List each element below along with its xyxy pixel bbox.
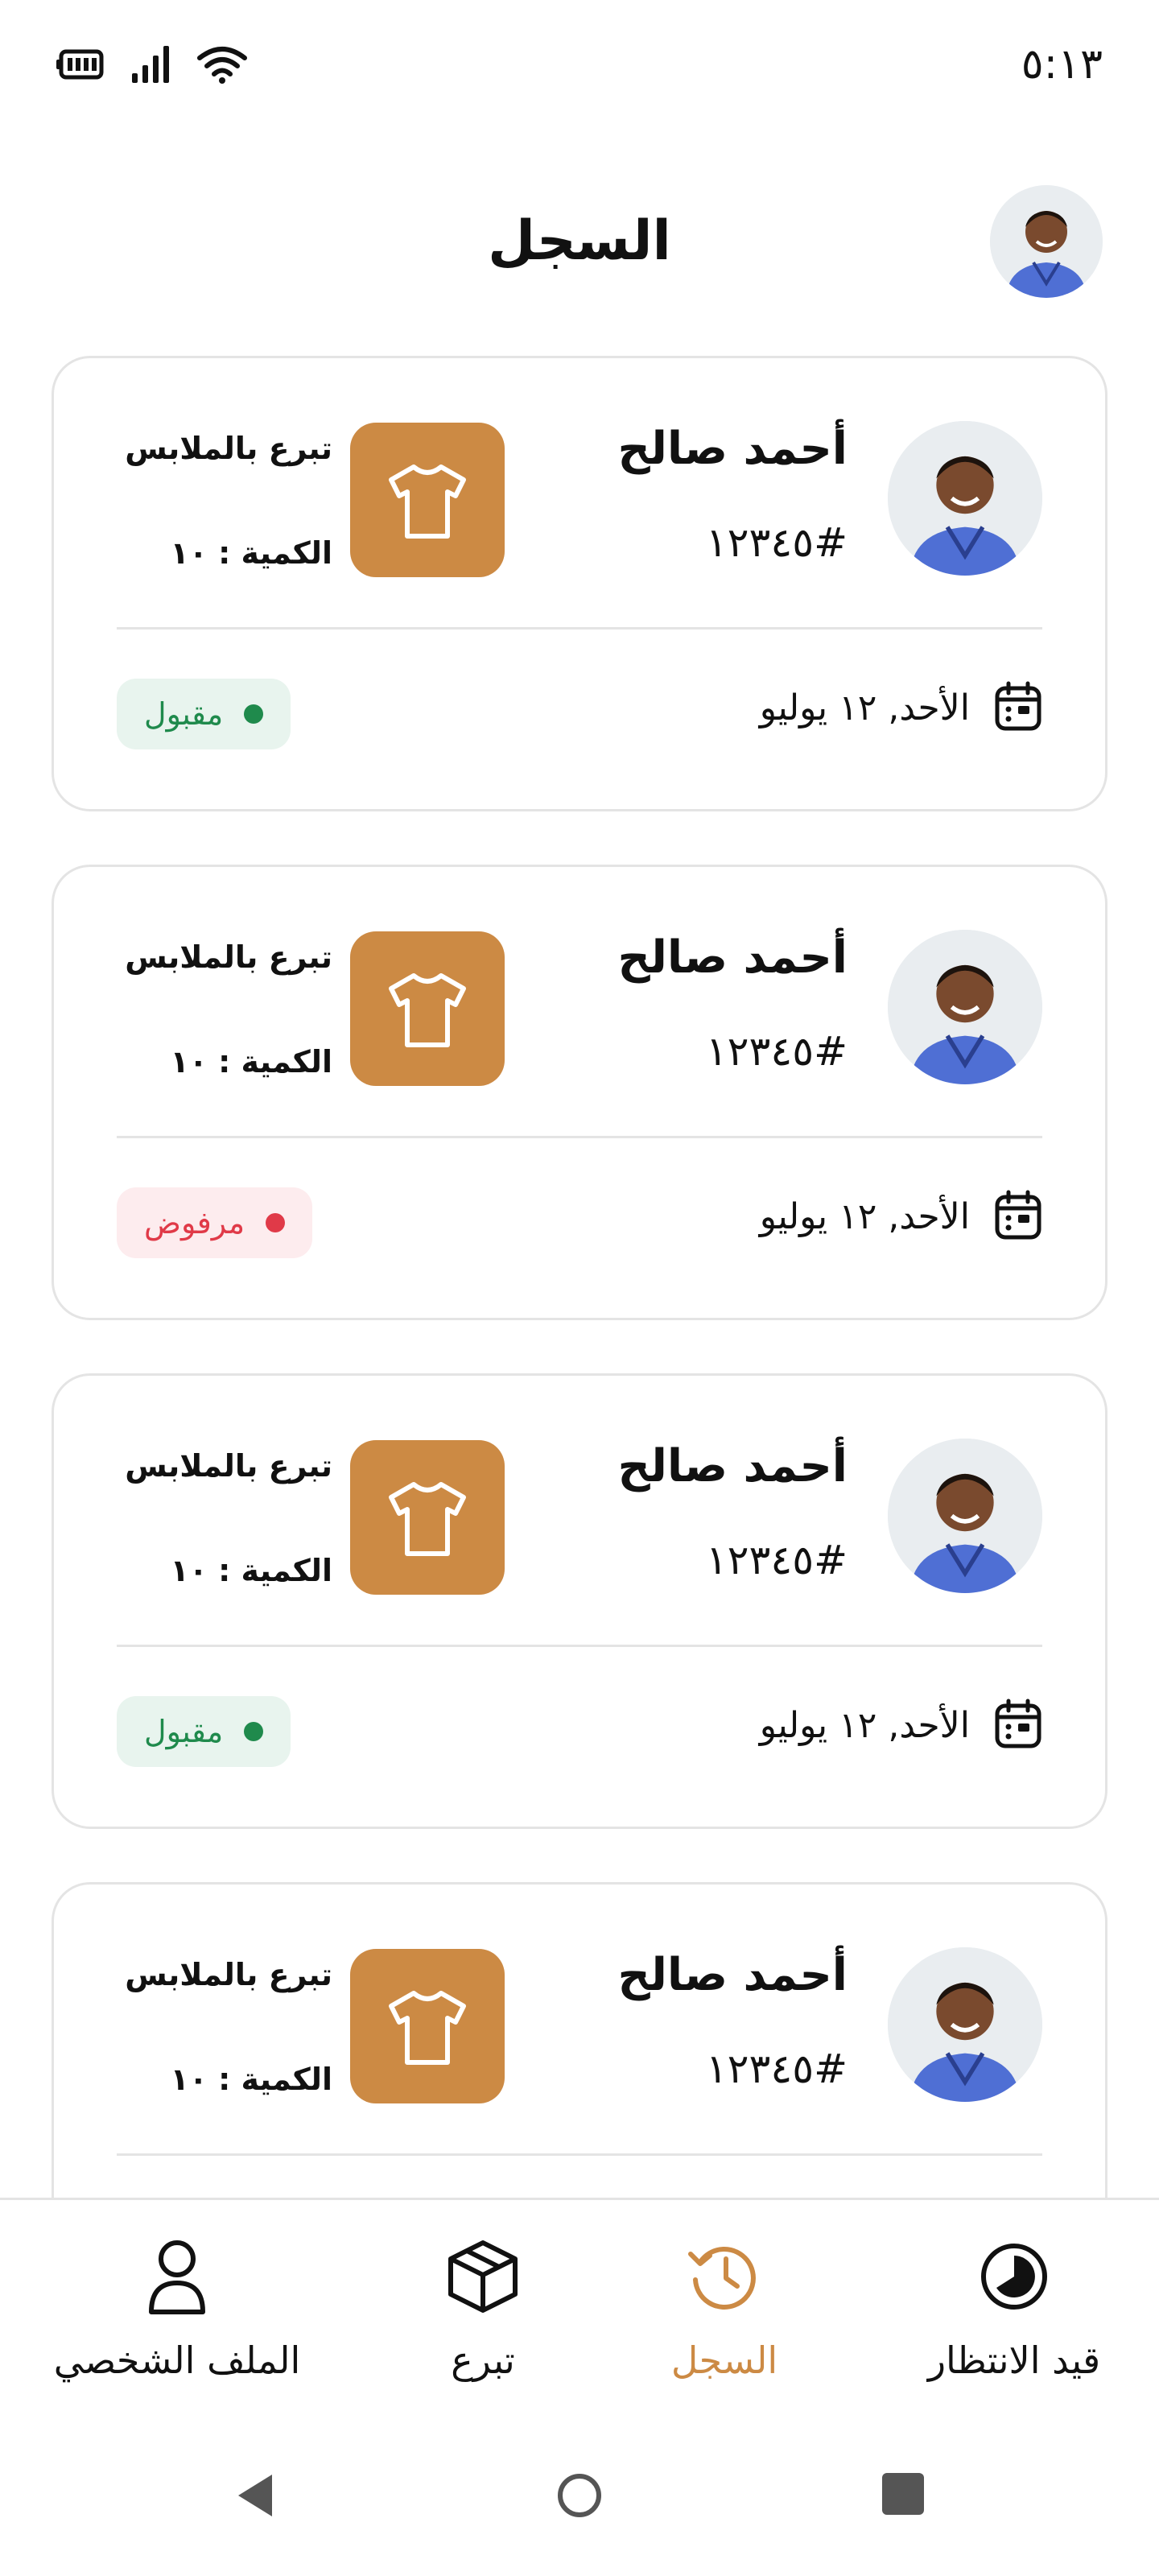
donation-type: تبرع بالملابس bbox=[125, 1448, 332, 1484]
card-divider bbox=[117, 627, 1042, 630]
donation-date: الأحد, ١٢ يوليو bbox=[759, 1195, 970, 1237]
date-row: الأحد, ١٢ يوليو bbox=[760, 680, 1042, 735]
donation-id: #١٢٣٤٥ bbox=[705, 2046, 848, 2092]
donor-name: أحمد صالح bbox=[617, 931, 848, 984]
nav-label: قيد الانتظار bbox=[927, 2339, 1101, 2382]
donor-avatar bbox=[888, 1947, 1042, 2102]
nav-item-history[interactable]: السجل bbox=[580, 2232, 869, 2382]
home-icon[interactable] bbox=[555, 2471, 604, 2523]
nav-item-pending[interactable]: قيد الانتظار bbox=[869, 2232, 1159, 2382]
user-icon bbox=[32, 2232, 322, 2321]
nav-label: الملف الشخصي bbox=[53, 2339, 301, 2382]
donation-card[interactable]: أحمد صالح #١٢٣٤٥ تبرع بالملابس الكمية : … bbox=[52, 1373, 1107, 1829]
donation-quantity: الكمية : ١٠ bbox=[170, 1553, 332, 1588]
donor-avatar bbox=[888, 930, 1042, 1084]
donor-avatar bbox=[888, 1439, 1042, 1593]
status-icons bbox=[56, 44, 248, 85]
status-label: مرفوض bbox=[144, 1205, 245, 1241]
donation-id: #١٢٣٤٥ bbox=[705, 1028, 848, 1075]
calendar-icon bbox=[994, 1189, 1042, 1244]
page-header: السجل bbox=[0, 177, 1159, 306]
clothes-icon bbox=[350, 1440, 505, 1595]
donor-name: أحمد صالح bbox=[617, 1440, 848, 1492]
history-icon bbox=[580, 2232, 869, 2321]
status-badge: مرفوض bbox=[117, 1187, 313, 1258]
status-badge: مقبول bbox=[117, 679, 291, 749]
status-dot bbox=[244, 1722, 264, 1741]
donation-type: تبرع بالملابس bbox=[125, 939, 332, 975]
signal-icon bbox=[130, 44, 172, 85]
clothes-icon bbox=[350, 931, 505, 1086]
clothes-icon bbox=[350, 423, 505, 577]
page-title: السجل bbox=[488, 209, 671, 273]
donation-date: الأحد, ١٢ يوليو bbox=[759, 1704, 970, 1746]
donation-id: #١٢٣٤٥ bbox=[705, 519, 848, 566]
donor-name: أحمد صالح bbox=[617, 1949, 848, 2001]
donation-quantity: الكمية : ١٠ bbox=[170, 1044, 332, 1080]
battery-icon bbox=[56, 48, 106, 80]
card-divider bbox=[117, 1136, 1042, 1138]
pending-icon bbox=[869, 2232, 1159, 2321]
nav-label: السجل bbox=[670, 2339, 778, 2382]
date-row: الأحد, ١٢ يوليو bbox=[760, 1698, 1042, 1752]
donation-card[interactable]: أحمد صالح #١٢٣٤٥ تبرع بالملابس الكمية : … bbox=[52, 356, 1107, 811]
profile-avatar[interactable] bbox=[990, 185, 1103, 298]
card-divider bbox=[117, 2153, 1042, 2156]
nav-item-profile[interactable]: الملف الشخصي bbox=[32, 2232, 322, 2382]
donation-card[interactable]: أحمد صالح #١٢٣٤٥ تبرع بالملابس الكمية : … bbox=[52, 865, 1107, 1320]
status-label: مقبول bbox=[144, 1714, 224, 1749]
bottom-nav: الملف الشخصي تبرع السجل قيد الانتظار bbox=[0, 2198, 1159, 2417]
clothes-icon bbox=[350, 1949, 505, 2103]
status-time: ٥:١٣ bbox=[1021, 40, 1103, 89]
back-icon[interactable] bbox=[233, 2471, 275, 2523]
calendar-icon bbox=[994, 1698, 1042, 1752]
status-label: مقبول bbox=[144, 696, 224, 732]
donor-name: أحمد صالح bbox=[617, 423, 848, 475]
donation-quantity: الكمية : ١٠ bbox=[170, 535, 332, 571]
system-nav-bar bbox=[0, 2415, 1159, 2576]
card-divider bbox=[117, 1645, 1042, 1647]
wifi-icon bbox=[196, 45, 248, 84]
donation-id: #١٢٣٤٥ bbox=[705, 1537, 848, 1583]
status-bar: ٥:١٣ bbox=[0, 0, 1159, 129]
history-list: أحمد صالح #١٢٣٤٥ تبرع بالملابس الكمية : … bbox=[52, 356, 1107, 2391]
date-row: الأحد, ١٢ يوليو bbox=[760, 1189, 1042, 1244]
status-dot bbox=[266, 1213, 286, 1232]
status-dot bbox=[244, 704, 264, 724]
donation-date: الأحد, ١٢ يوليو bbox=[759, 687, 970, 729]
donation-quantity: الكمية : ١٠ bbox=[170, 2062, 332, 2097]
calendar-icon bbox=[994, 680, 1042, 735]
recents-icon[interactable] bbox=[881, 2471, 926, 2520]
donation-type: تبرع بالملابس bbox=[125, 1957, 332, 1992]
donation-type: تبرع بالملابس bbox=[125, 431, 332, 466]
donor-avatar bbox=[888, 421, 1042, 576]
status-badge: مقبول bbox=[117, 1696, 291, 1767]
